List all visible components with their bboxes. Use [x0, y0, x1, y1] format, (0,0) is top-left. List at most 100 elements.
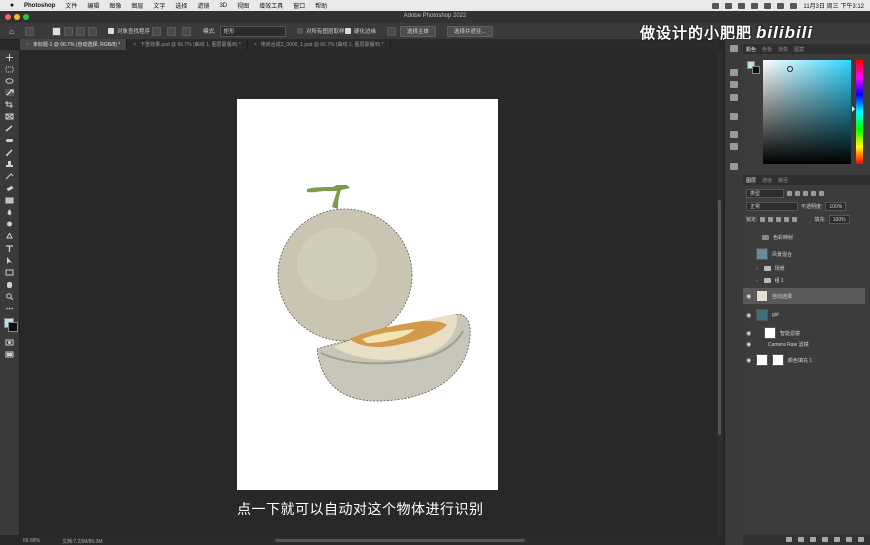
visibility-eye-icon[interactable]: ◉	[746, 293, 751, 300]
layer-row[interactable]: ◉ Camera Raw 滤镜	[743, 339, 865, 350]
intersect-selection-icon[interactable]	[88, 26, 97, 36]
harden-edge-checkbox[interactable]	[345, 28, 351, 34]
lock-position-icon[interactable]	[776, 217, 782, 222]
adjustments-icon[interactable]	[730, 94, 738, 101]
new-group-icon[interactable]	[834, 537, 840, 542]
zoom-tool-icon[interactable]	[5, 293, 14, 300]
menu-file[interactable]: 文件	[65, 1, 77, 10]
subtract-selection-icon[interactable]	[76, 26, 85, 36]
hue-slider[interactable]	[856, 60, 863, 164]
tab-snow-effect[interactable]: × 下雪效果.psd @ 66.7% (曲线 1, 图层蒙版/8) *	[127, 39, 248, 50]
melon-image[interactable]	[237, 99, 498, 490]
document-canvas[interactable]	[237, 99, 498, 490]
menubar-clock[interactable]: 11月3日 周三 下午3:12	[803, 1, 864, 10]
marquee-tool-icon[interactable]	[5, 66, 14, 73]
add-mask-icon[interactable]	[810, 537, 816, 542]
link-layers-icon[interactable]	[786, 537, 792, 542]
hue-slider-handle[interactable]	[852, 106, 855, 112]
fill-input[interactable]: 100%	[828, 215, 850, 224]
visibility-eye-icon[interactable]: ◉	[746, 357, 751, 364]
history-icon[interactable]	[730, 45, 738, 52]
menu-layer[interactable]: 图层	[131, 1, 143, 10]
apple-menu-icon[interactable]: ●	[8, 2, 16, 9]
background-color-swatch[interactable]	[8, 322, 18, 332]
visibility-eye-icon[interactable]: ◉	[746, 330, 751, 337]
actions-icon[interactable]	[730, 163, 738, 170]
menu-edit[interactable]: 编辑	[87, 1, 99, 10]
menu-help[interactable]: 帮助	[315, 1, 327, 10]
object-select-tool-preset-icon[interactable]	[25, 26, 34, 36]
sample-all-checkbox[interactable]	[297, 28, 303, 34]
color-picker-cursor[interactable]	[787, 66, 793, 72]
character-icon[interactable]	[730, 69, 738, 76]
selection-preview-icon[interactable]	[387, 26, 396, 36]
fx-icon[interactable]	[798, 537, 804, 542]
gradient-tool-icon[interactable]	[5, 197, 14, 204]
select-and-mask-button[interactable]: 选择并遮住...	[447, 25, 494, 37]
tab-patterns[interactable]: 图案	[791, 46, 807, 53]
filter-smart-icon[interactable]	[819, 191, 824, 196]
menu-type[interactable]: 文字	[153, 1, 165, 10]
lock-image-icon[interactable]	[768, 217, 774, 222]
paragraph-icon[interactable]	[730, 81, 738, 88]
home-icon[interactable]: ⌂	[7, 26, 16, 36]
layer-filter-select[interactable]: 类型	[746, 189, 784, 198]
opacity-input[interactable]: 100%	[825, 202, 847, 211]
type-tool-icon[interactable]	[5, 245, 14, 252]
scroll-thumb[interactable]	[718, 200, 721, 435]
menu-window[interactable]: 窗口	[293, 1, 305, 10]
paragraph-style-icon[interactable]	[730, 113, 738, 120]
layer-row[interactable]: 色彩映射	[756, 229, 865, 245]
control-center-icon[interactable]	[790, 2, 798, 9]
tab-color[interactable]: 颜色	[743, 46, 759, 53]
object-selection-tool-icon[interactable]	[5, 89, 14, 96]
tab-layers[interactable]: 图层	[743, 177, 759, 184]
search-icon[interactable]	[777, 2, 785, 9]
menu-view[interactable]: 视图	[237, 1, 249, 10]
menu-app-name[interactable]: Photoshop	[24, 3, 55, 9]
expand-chevron-icon[interactable]: ›	[756, 278, 758, 284]
show-objects-icon[interactable]	[167, 26, 176, 36]
trash-icon[interactable]	[858, 537, 864, 542]
close-tab-icon[interactable]: ×	[133, 42, 136, 48]
layer-row-selected[interactable]: ◉ 自动选择	[743, 288, 865, 304]
filter-type-icon[interactable]	[803, 191, 808, 196]
horizontal-scrollbar[interactable]	[275, 539, 525, 542]
history-brush-tool-icon[interactable]	[5, 173, 14, 180]
color-background-swatch[interactable]	[752, 66, 760, 74]
filter-shape-icon[interactable]	[811, 191, 816, 196]
vertical-scrollbar[interactable]	[717, 50, 723, 537]
send-icon[interactable]	[712, 2, 720, 9]
battery-icon[interactable]	[764, 2, 772, 9]
object-finder-checkbox[interactable]	[108, 28, 114, 34]
brush-tool-icon[interactable]	[5, 149, 14, 156]
menu-plugins[interactable]: 增效工具	[259, 1, 283, 10]
refresh-icon[interactable]	[152, 26, 161, 36]
libraries-icon[interactable]	[730, 131, 738, 138]
hand-icon[interactable]	[738, 2, 746, 9]
rectangle-tool-icon[interactable]	[5, 269, 14, 276]
tab-untitled-1[interactable]: × 未标题-1 @ 66.7% (自动选择, RGB/8) *	[20, 39, 128, 50]
lasso-tool-icon[interactable]	[5, 78, 14, 85]
menu-image[interactable]: 图像	[109, 1, 121, 10]
filter-pixel-icon[interactable]	[787, 191, 792, 196]
clone-stamp-tool-icon[interactable]	[5, 161, 14, 168]
mode-select[interactable]: 矩形	[219, 25, 286, 37]
layer-row[interactable]: ◉ 颜色填充 1	[743, 352, 865, 368]
quick-mask-icon[interactable]	[5, 339, 14, 346]
pen-tool-icon[interactable]	[5, 233, 14, 240]
select-subject-button[interactable]: 选择主体	[400, 25, 437, 37]
layer-row[interactable]: ◉ girl	[743, 307, 865, 323]
play-icon[interactable]	[725, 2, 733, 9]
move-tool-icon[interactable]	[5, 54, 14, 61]
menu-select[interactable]: 选择	[175, 1, 187, 10]
filter-adjust-icon[interactable]	[795, 191, 800, 196]
eraser-tool-icon[interactable]	[5, 185, 14, 192]
layer-row[interactable]: › 场景	[756, 263, 865, 274]
menu-3d[interactable]: 3D	[219, 3, 227, 9]
lock-all-icon[interactable]	[792, 217, 798, 222]
layer-row[interactable]: 风景混合	[756, 246, 865, 262]
zoom-level[interactable]: 66.68%	[23, 538, 40, 544]
dodge-tool-icon[interactable]	[5, 221, 14, 228]
gear-icon[interactable]	[182, 26, 191, 36]
